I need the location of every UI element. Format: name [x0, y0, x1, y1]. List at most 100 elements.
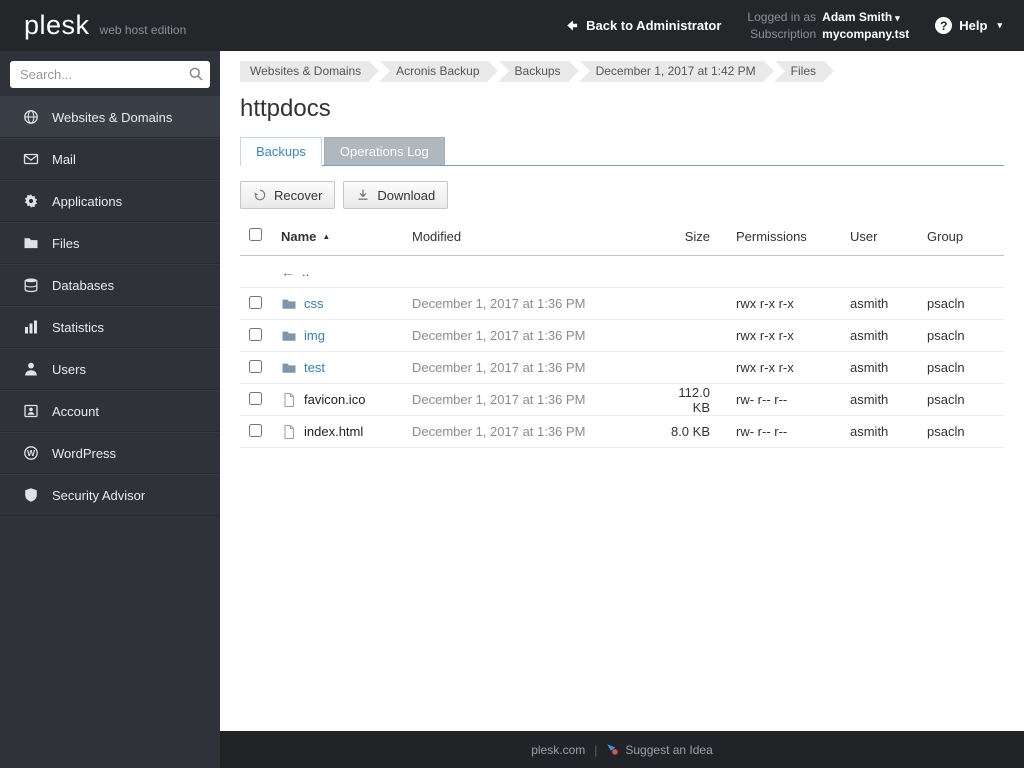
sidebar-item-mail[interactable]: Mail [0, 138, 220, 180]
user-name: Adam Smith [822, 10, 893, 24]
sidebar-item-security-advisor[interactable]: Security Advisor [0, 474, 220, 516]
svg-text:W: W [26, 448, 35, 458]
search-input[interactable] [10, 61, 210, 88]
checkbox-cell [240, 423, 274, 440]
sidebar-item-wordpress[interactable]: W WordPress [0, 432, 220, 474]
select-all-checkbox[interactable] [249, 228, 262, 241]
help-icon: ? [935, 17, 953, 34]
tab-backups[interactable]: Backups [240, 137, 322, 166]
user-menu[interactable]: Adam Smith ▾ [822, 10, 909, 24]
breadcrumb-files[interactable]: Files [774, 61, 835, 82]
files-table: Name ▲ Modified Size Permissions User Gr… [240, 217, 1004, 448]
breadcrumb-acronis-backup[interactable]: Acronis Backup [380, 61, 498, 82]
name-cell: css [274, 296, 404, 312]
sidebar-item-label: Websites & Domains [52, 109, 173, 125]
sidebar-item-websites-domains[interactable]: Websites & Domains [0, 96, 220, 138]
group-cell: psacln [927, 296, 965, 311]
sidebar-item-account[interactable]: Account [0, 390, 220, 432]
page-title: httpdocs [240, 95, 331, 122]
table-row: img December 1, 2017 at 1:36 PM rwx r-x … [240, 320, 1004, 352]
logo-text: plesk [24, 10, 90, 40]
topbar-right: Back to Administrator Logged in as Adam … [564, 10, 1024, 41]
breadcrumb-backup-date[interactable]: December 1, 2017 at 1:42 PM [579, 61, 774, 82]
database-icon [22, 277, 39, 294]
table-row: index.html December 1, 2017 at 1:36 PM 8… [240, 416, 1004, 448]
search-icon [188, 66, 204, 87]
permissions-cell: rwx r-x r-x [736, 296, 794, 311]
back-arrow-icon [564, 18, 579, 33]
sidebar-item-label: Mail [52, 151, 76, 167]
column-header-group[interactable]: Group [927, 229, 1004, 244]
group-cell: psacln [927, 328, 965, 343]
permissions-cell: rw- r-- r-- [736, 424, 788, 439]
back-link-label: Back to Administrator [586, 18, 722, 33]
modified-cell: December 1, 2017 at 1:36 PM [412, 360, 586, 375]
row-checkbox[interactable] [249, 391, 262, 405]
column-header-modified[interactable]: Modified [404, 229, 658, 244]
folder-link[interactable]: img [304, 328, 325, 343]
permissions-cell: rwx r-x r-x [736, 360, 794, 375]
name-cell: favicon.ico [274, 392, 404, 408]
sidebar: Websites & Domains Mail Applications Fil… [0, 51, 220, 768]
sidebar-item-label: Databases [52, 277, 115, 293]
row-checkbox[interactable] [249, 359, 262, 373]
sidebar-item-files[interactable]: Files [0, 222, 220, 264]
column-header-user[interactable]: User [850, 229, 927, 244]
breadcrumb-websites-domains[interactable]: Websites & Domains [240, 61, 380, 82]
sidebar-item-users[interactable]: Users [0, 348, 220, 390]
group-cell: psacln [927, 392, 965, 407]
file-name[interactable]: favicon.ico [304, 392, 365, 407]
checkbox-cell [240, 327, 274, 344]
sidebar-item-databases[interactable]: Databases [0, 264, 220, 306]
column-header-name[interactable]: Name ▲ [274, 229, 404, 244]
download-button[interactable]: Download [343, 181, 449, 209]
help-menu[interactable]: ? Help ▾ [935, 17, 1002, 34]
parent-directory-link[interactable]: .. [302, 264, 309, 279]
sidebar-item-applications[interactable]: Applications [0, 180, 220, 222]
permissions-cell: rwx r-x r-x [736, 328, 794, 343]
table-row: test December 1, 2017 at 1:36 PM rwx r-x… [240, 352, 1004, 384]
footer-separator: | [594, 742, 598, 757]
sidebar-item-label: Security Advisor [52, 487, 146, 503]
search-box [10, 61, 210, 88]
back-to-administrator-link[interactable]: Back to Administrator [564, 18, 721, 33]
row-checkbox[interactable] [249, 327, 262, 341]
file-icon [281, 424, 297, 440]
main-content: Websites & Domains Acronis Backup Backup… [220, 51, 1024, 731]
subscription-link[interactable]: mycompany.tst [822, 27, 909, 41]
column-header-permissions[interactable]: Permissions [736, 229, 850, 244]
name-cell: index.html [274, 424, 404, 440]
breadcrumb-backups[interactable]: Backups [498, 61, 579, 82]
modified-cell: December 1, 2017 at 1:36 PM [412, 424, 586, 439]
suggest-an-idea-link[interactable]: Suggest an Idea [606, 743, 713, 757]
name-cell: test [274, 360, 404, 376]
help-label: Help [959, 18, 988, 33]
user-cell: asmith [850, 296, 889, 311]
plesk-logo: plesk web host edition [0, 10, 186, 41]
edition-label: web host edition [99, 23, 187, 37]
folder-icon [22, 235, 39, 252]
wordpress-icon: W [22, 445, 39, 462]
sidebar-item-label: Account [52, 403, 99, 419]
tab-operations-log[interactable]: Operations Log [323, 137, 445, 165]
name-header-label: Name [281, 228, 317, 244]
file-name[interactable]: index.html [304, 424, 363, 439]
chevron-down-icon: ▾ [997, 20, 1002, 30]
user-cell: asmith [850, 424, 889, 439]
table-row: css December 1, 2017 at 1:36 PM rwx r-x … [240, 288, 1004, 320]
row-checkbox[interactable] [249, 295, 262, 309]
modified-cell: December 1, 2017 at 1:36 PM [412, 296, 586, 311]
row-checkbox[interactable] [249, 423, 262, 437]
checkbox-cell [240, 391, 274, 408]
recover-button[interactable]: Recover [240, 181, 336, 209]
folder-link[interactable]: test [304, 360, 325, 375]
parent-directory-row: ← .. [240, 256, 1004, 288]
sidebar-item-statistics[interactable]: Statistics [0, 306, 220, 348]
folder-link[interactable]: css [304, 296, 324, 311]
column-header-size[interactable]: Size [658, 229, 736, 244]
checkbox-cell [240, 295, 274, 312]
sidebar-item-label: Applications [52, 193, 123, 209]
plesk-com-link[interactable]: plesk.com [531, 743, 585, 757]
table-header: Name ▲ Modified Size Permissions User Gr… [240, 217, 1004, 256]
bar-chart-icon [22, 319, 39, 336]
